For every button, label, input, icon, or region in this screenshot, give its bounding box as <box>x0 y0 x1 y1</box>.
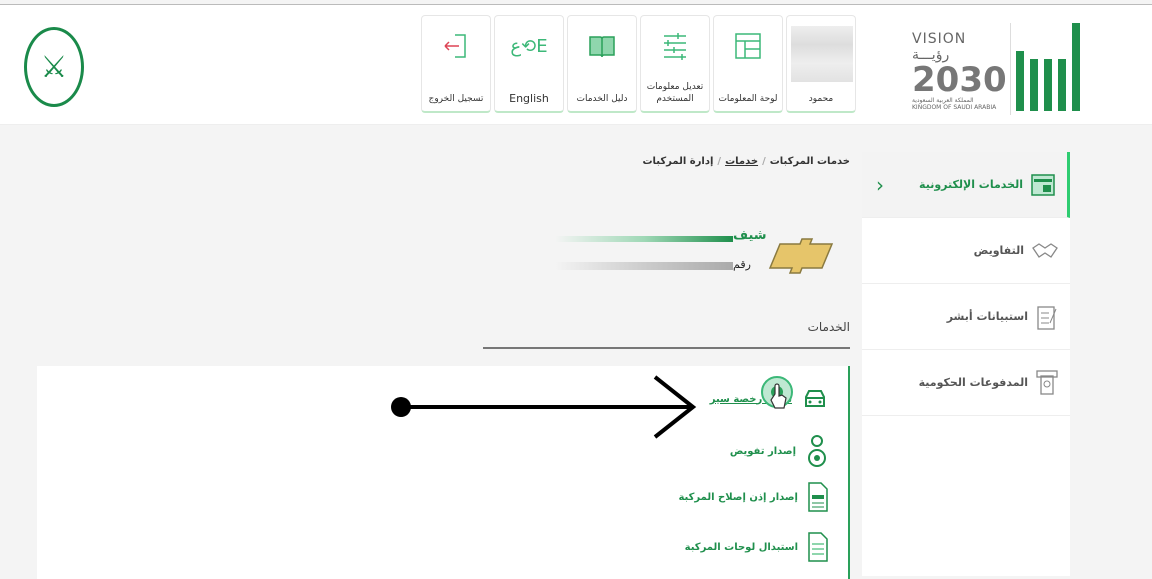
repair-document-icon <box>808 482 828 512</box>
dashboard-icon <box>714 16 782 76</box>
vehicle-number-blurred <box>555 262 733 270</box>
ministry-crest-logo: ⚔ <box>24 27 84 107</box>
breadcrumb-services[interactable]: خدمات <box>725 156 758 167</box>
logo-divider <box>1010 23 1011 115</box>
sidebar-item-surveys[interactable]: استبيانات أبشر <box>862 284 1070 350</box>
dashboard-button[interactable]: لوحة المعلومات <box>713 15 783 113</box>
language-icon: ع⟲E <box>510 35 548 57</box>
breadcrumb: خدمات المركبات/خدمات/إدارة المركبات <box>642 156 850 167</box>
logout-button[interactable]: تسجيل الخروج <box>421 15 491 113</box>
click-cursor-indicator <box>761 376 793 409</box>
car-icon <box>805 390 825 407</box>
plate-document-icon <box>808 532 828 562</box>
service-issue-authorization[interactable]: إصدار تفويض <box>730 434 828 468</box>
vehicle-name: شيف <box>733 228 767 243</box>
services-section-title: الخدمات <box>807 320 850 334</box>
section-divider <box>483 347 850 349</box>
header: ⚔ تسجيل الخروج ع⟲E English دليل الخدمات … <box>0 5 1152 125</box>
logout-icon <box>422 16 490 76</box>
vehicle-number-label: رقم <box>733 258 751 271</box>
chevrolet-logo <box>768 238 834 274</box>
sidebar-empty <box>862 416 1070 576</box>
edit-user-info-button[interactable]: تعديل معلومات المستخدم <box>640 15 710 113</box>
payment-icon <box>1036 369 1058 395</box>
sliders-icon <box>641 16 709 76</box>
user-avatar-blurred <box>791 26 853 82</box>
vehicle-name-blurred <box>555 236 733 242</box>
clipboard-icon <box>1037 305 1057 330</box>
user-profile-button[interactable]: محمود <box>786 15 856 113</box>
breadcrumb-vehicle-management[interactable]: إدارة المركبات <box>642 156 713 167</box>
sidebar-item-eservices[interactable]: الخدمات الإلكترونية ‹ <box>862 152 1070 218</box>
book-icon <box>568 16 636 76</box>
vision-2030-logo: VISION رؤيـــة 2030 المملكة العربية السع… <box>912 31 1007 111</box>
service-repair-permit[interactable]: إصدار إذن إصلاح المركبة <box>678 482 828 512</box>
handshake-icon <box>1032 242 1058 258</box>
breadcrumb-current: خدمات المركبات <box>769 156 850 167</box>
sidebar: الخدمات الإلكترونية ‹ التفاويض استبيانات… <box>862 152 1070 576</box>
sidebar-item-government-payments[interactable]: المدفوعات الحكومية <box>862 350 1070 416</box>
chevron-left-icon[interactable]: ‹ <box>876 173 884 197</box>
eservices-icon <box>1031 173 1055 196</box>
services-guide-button[interactable]: دليل الخدمات <box>567 15 637 113</box>
driver-icon <box>808 435 826 467</box>
annotation-arrow <box>391 375 697 439</box>
absher-logo <box>1016 23 1080 111</box>
service-replace-plates[interactable]: استبدال لوحات المركبة <box>685 532 828 562</box>
sidebar-item-authorizations[interactable]: التفاويض <box>862 218 1070 284</box>
english-button[interactable]: ع⟲E English <box>494 15 564 113</box>
